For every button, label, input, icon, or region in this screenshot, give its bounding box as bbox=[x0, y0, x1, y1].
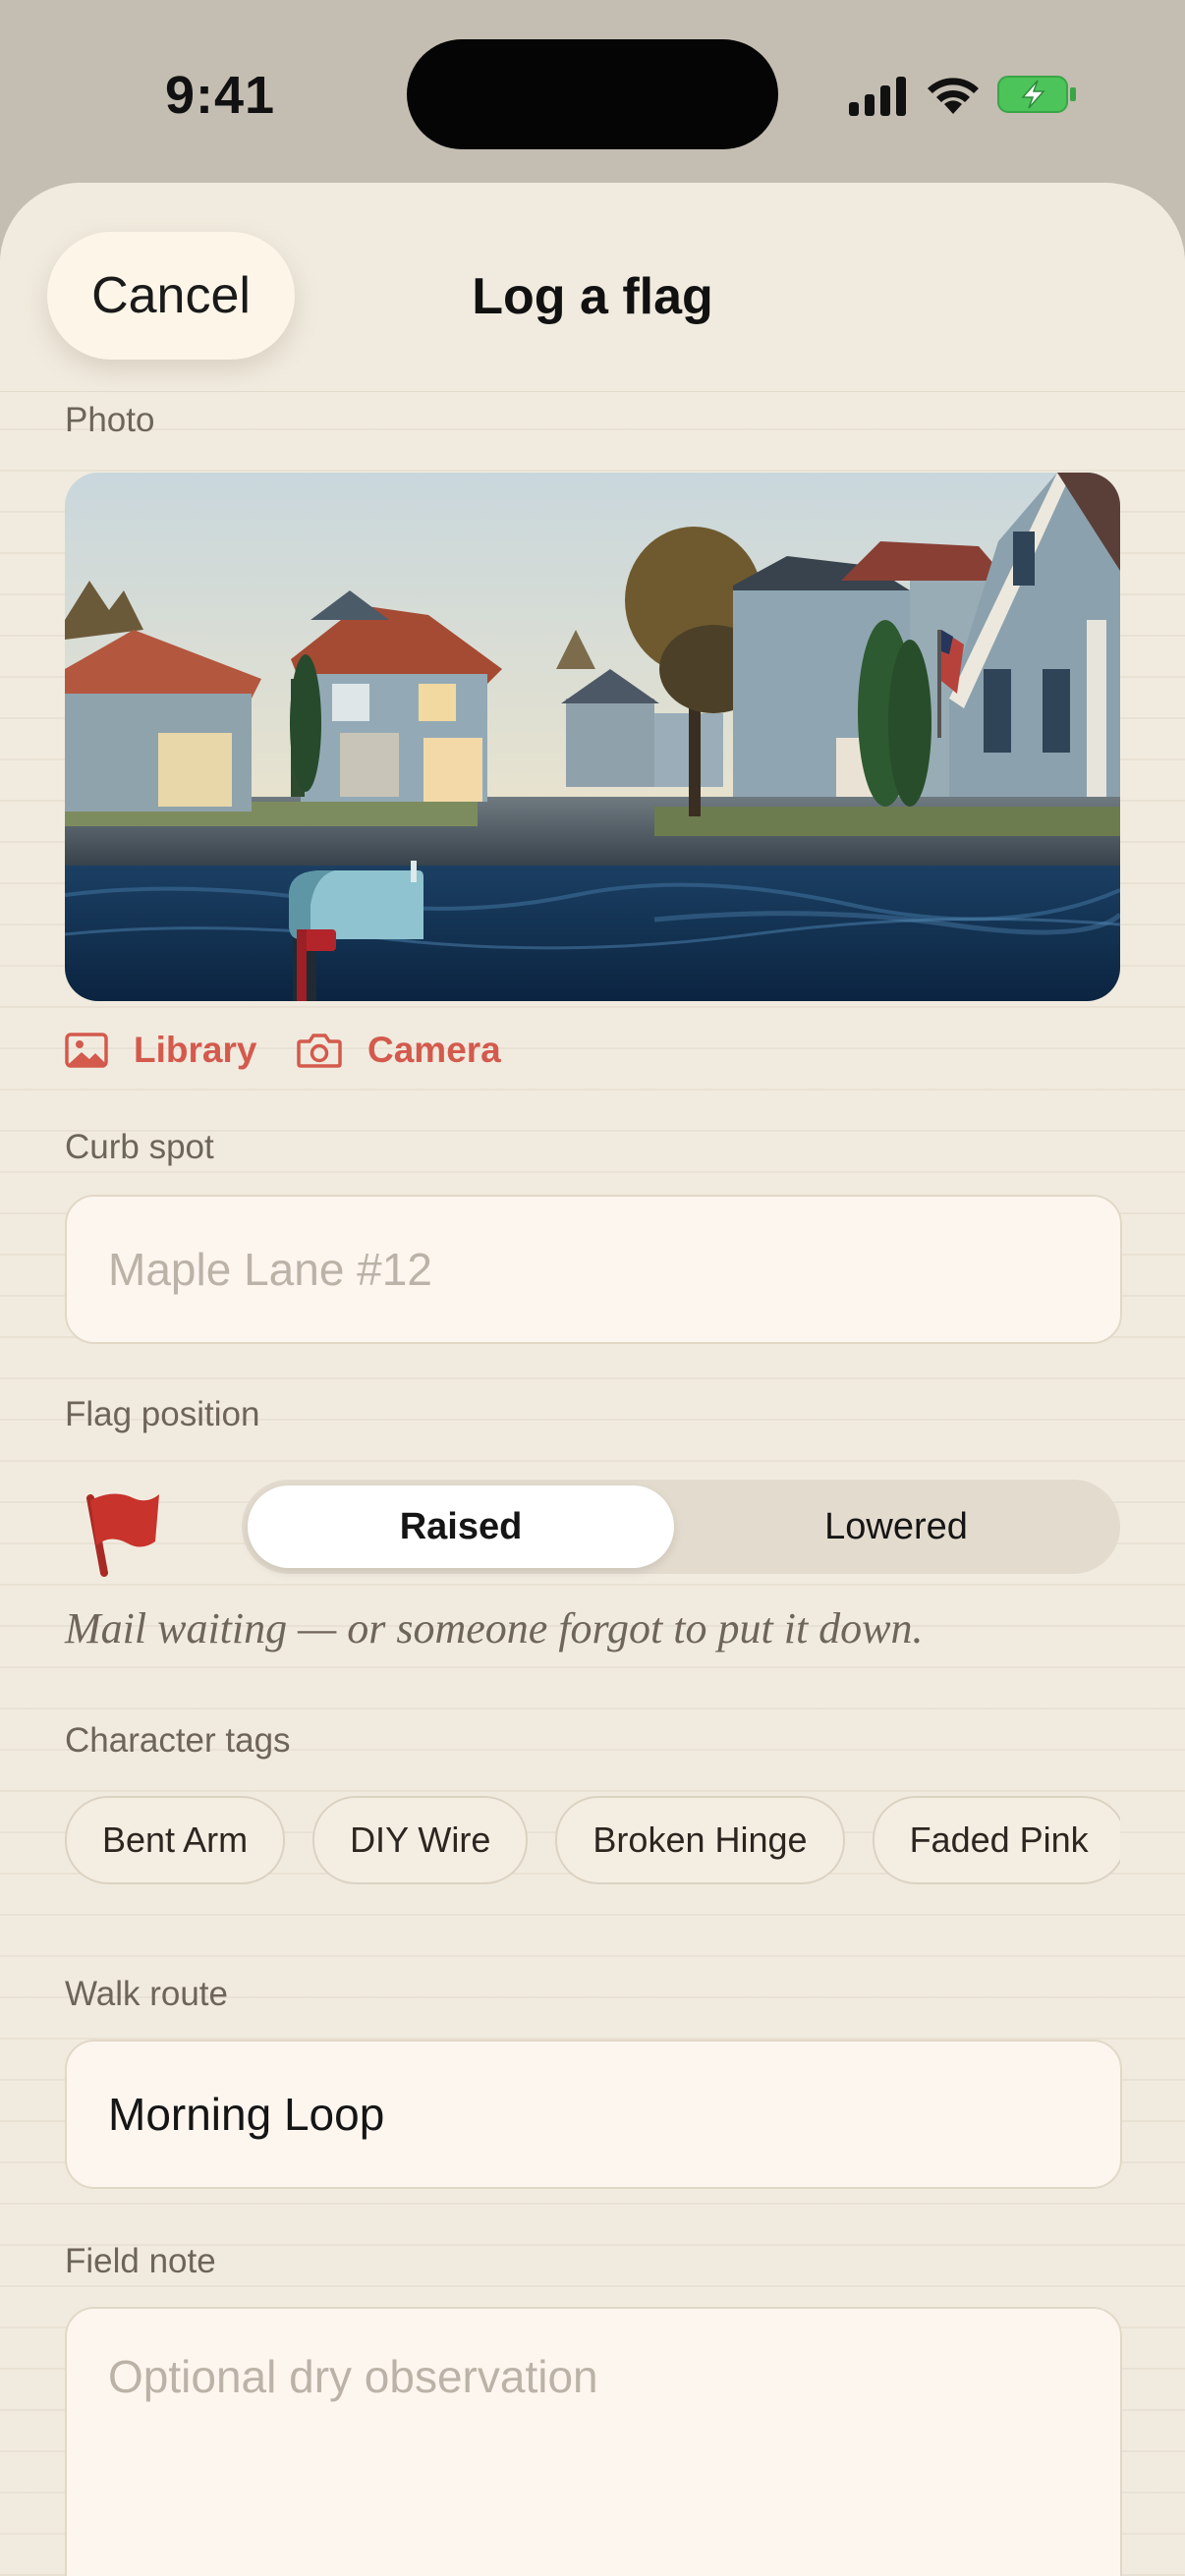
field-note-field[interactable] bbox=[65, 2307, 1122, 2576]
tag-chip[interactable]: Bent Arm bbox=[65, 1796, 286, 1884]
log-flag-sheet: Cancel Log a flag Photo Library Camera C… bbox=[0, 183, 1185, 2576]
tag-chip[interactable]: DIY Wire bbox=[312, 1796, 529, 1884]
tag-chip[interactable]: Broken Hinge bbox=[555, 1796, 845, 1884]
dynamic-island bbox=[407, 39, 778, 149]
character-tags-label: Character tags bbox=[65, 1721, 291, 1760]
flooded-street-photo bbox=[65, 473, 1120, 1001]
page-title: Log a flag bbox=[472, 268, 713, 325]
photo-preview[interactable] bbox=[65, 473, 1120, 1001]
battery-charging-icon bbox=[997, 76, 1076, 113]
wifi-icon bbox=[928, 78, 979, 114]
sheet-header: Cancel Log a flag bbox=[0, 183, 1185, 392]
library-button[interactable]: Library bbox=[65, 1030, 256, 1071]
tag-chip[interactable]: Faded Pink bbox=[872, 1796, 1120, 1884]
flag-position-description: Mail waiting — or someone forgot to put … bbox=[65, 1604, 924, 1652]
flag-icon bbox=[86, 1493, 159, 1577]
flag-position-label: Flag position bbox=[65, 1395, 260, 1433]
curb-spot-label: Curb spot bbox=[65, 1128, 214, 1166]
segment-raised[interactable]: Raised bbox=[248, 1485, 674, 1568]
curb-spot-field[interactable] bbox=[65, 1195, 1122, 1344]
library-label: Library bbox=[134, 1030, 257, 1070]
walk-route-field[interactable] bbox=[65, 2040, 1122, 2189]
camera-button[interactable]: Camera bbox=[297, 1030, 501, 1071]
field-note-input[interactable] bbox=[67, 2309, 1120, 2576]
walk-route-input[interactable] bbox=[67, 2042, 1120, 2187]
image-icon bbox=[65, 1033, 108, 1068]
flag-position-segmented-control[interactable]: Raised Lowered bbox=[242, 1480, 1120, 1574]
camera-icon bbox=[297, 1034, 342, 1068]
character-tags-list[interactable]: Bent Arm DIY Wire Broken Hinge Faded Pink bbox=[65, 1796, 1120, 1884]
curb-spot-input[interactable] bbox=[67, 1197, 1120, 1342]
status-bar: 9:41 bbox=[0, 0, 1185, 187]
field-note-label: Field note bbox=[65, 2242, 216, 2280]
camera-label: Camera bbox=[367, 1030, 501, 1070]
status-time: 9:41 bbox=[165, 66, 276, 125]
walk-route-label: Walk route bbox=[65, 1975, 228, 2013]
photo-label: Photo bbox=[65, 401, 155, 439]
signal-icon bbox=[849, 77, 906, 116]
segment-lowered[interactable]: Lowered bbox=[678, 1485, 1114, 1568]
